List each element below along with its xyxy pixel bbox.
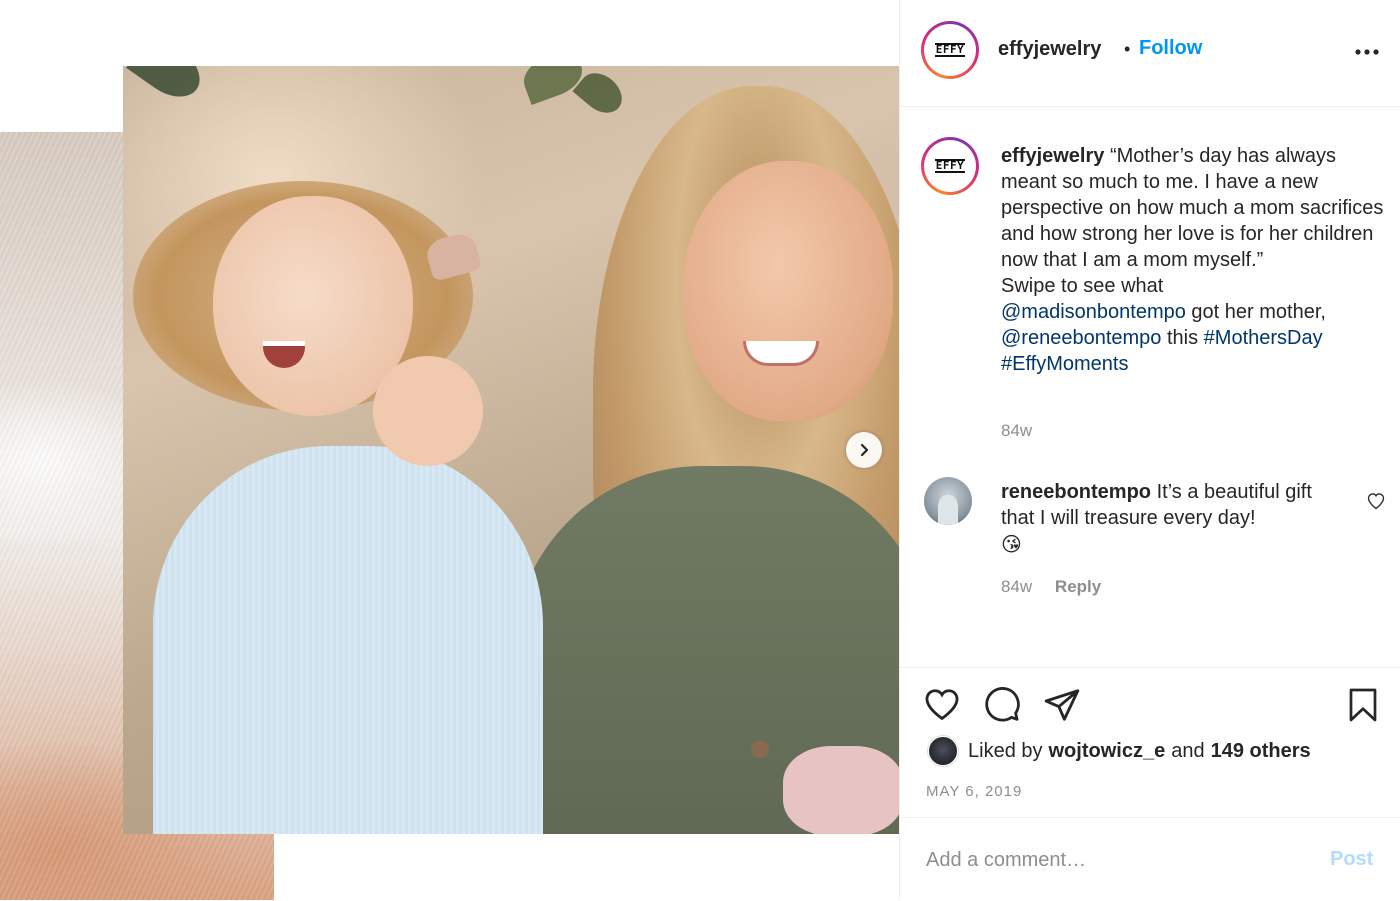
more-horizontal-icon[interactable]	[1352, 40, 1382, 64]
carousel-next-button[interactable]	[846, 432, 882, 468]
avatar-inner: EFFY	[924, 24, 976, 76]
caption-avatar[interactable]: EFFY	[921, 137, 979, 195]
photo-baby	[783, 746, 899, 834]
mention-link[interactable]: @madisonbontempo	[1001, 301, 1186, 323]
caption-text-2: Swipe to see what	[1001, 275, 1164, 297]
post-actions: Liked by wojtowicz_e and 149 others MAY …	[900, 667, 1400, 818]
likes-prefix: Liked by	[968, 739, 1043, 762]
send-icon[interactable]	[1043, 686, 1081, 724]
comment-like-heart-icon[interactable]	[1366, 491, 1386, 511]
media-pane	[0, 0, 899, 900]
liker-username[interactable]: wojtowicz_e	[1049, 740, 1166, 763]
effy-logo: EFFY	[934, 159, 966, 173]
liker-avatar[interactable]	[928, 736, 958, 766]
bookmark-icon[interactable]	[1345, 686, 1381, 724]
chevron-right-icon	[860, 443, 869, 457]
comment-timestamp[interactable]: 84w	[1001, 577, 1032, 596]
caption-timestamp[interactable]: 84w	[1001, 421, 1032, 441]
kiss-emoji: 😘	[1001, 532, 1022, 556]
follow-button[interactable]: Follow	[1139, 37, 1202, 60]
hashtag-link[interactable]: #MothersDay	[1204, 327, 1323, 349]
photo-mother-face	[683, 161, 893, 421]
photo-child-dress	[153, 446, 543, 834]
comment-meta: 84w Reply	[1001, 577, 1101, 597]
mention-link[interactable]: @reneebontempo	[1001, 327, 1161, 349]
likes-summary: Liked by wojtowicz_e and 149 others	[928, 736, 1317, 766]
effy-logo: EFFY	[934, 43, 966, 57]
header-username[interactable]: effyjewelry	[998, 38, 1101, 61]
caption-text-4: this	[1166, 327, 1199, 349]
likes-others-link[interactable]: 149 others	[1211, 740, 1311, 763]
avatar-inner: EFFY	[924, 140, 976, 192]
comments-section: EFFY effyjewelry “Mother’s day has alway…	[900, 107, 1400, 667]
post-photo[interactable]	[123, 66, 899, 834]
comment-icon[interactable]	[983, 686, 1021, 724]
post-date[interactable]: MAY 6, 2019	[926, 783, 1022, 800]
hashtag-link[interactable]: #EffyMoments	[1001, 353, 1128, 375]
comment-username[interactable]: reneebontempo	[1001, 481, 1151, 503]
add-comment-input[interactable]	[924, 844, 1308, 876]
post-comment-button[interactable]: Post	[1330, 848, 1373, 871]
heart-icon[interactable]	[922, 686, 962, 724]
caption-text-3: got her mother,	[1191, 301, 1326, 323]
add-comment-bar: Post	[900, 817, 1400, 901]
post-header: EFFY effyjewelry • Follow	[900, 0, 1400, 107]
commenter-avatar[interactable]	[924, 477, 972, 525]
post-details-panel: EFFY effyjewelry • Follow EFFY effyjewel…	[899, 0, 1400, 900]
photo-child-hands	[373, 356, 483, 466]
reply-button[interactable]: Reply	[1055, 577, 1101, 596]
likes-conjunction: and	[1171, 739, 1205, 762]
leaf-decoration	[126, 66, 210, 108]
photo-cardigan-button	[751, 740, 769, 758]
header-separator: •	[1124, 39, 1131, 59]
post-caption: effyjewelry “Mother’s day has always mea…	[1001, 143, 1386, 377]
comment: reneebontempo It’s a beautiful gift that…	[1001, 479, 1341, 558]
header-avatar[interactable]: EFFY	[921, 21, 979, 79]
caption-username[interactable]: effyjewelry	[1001, 145, 1104, 167]
